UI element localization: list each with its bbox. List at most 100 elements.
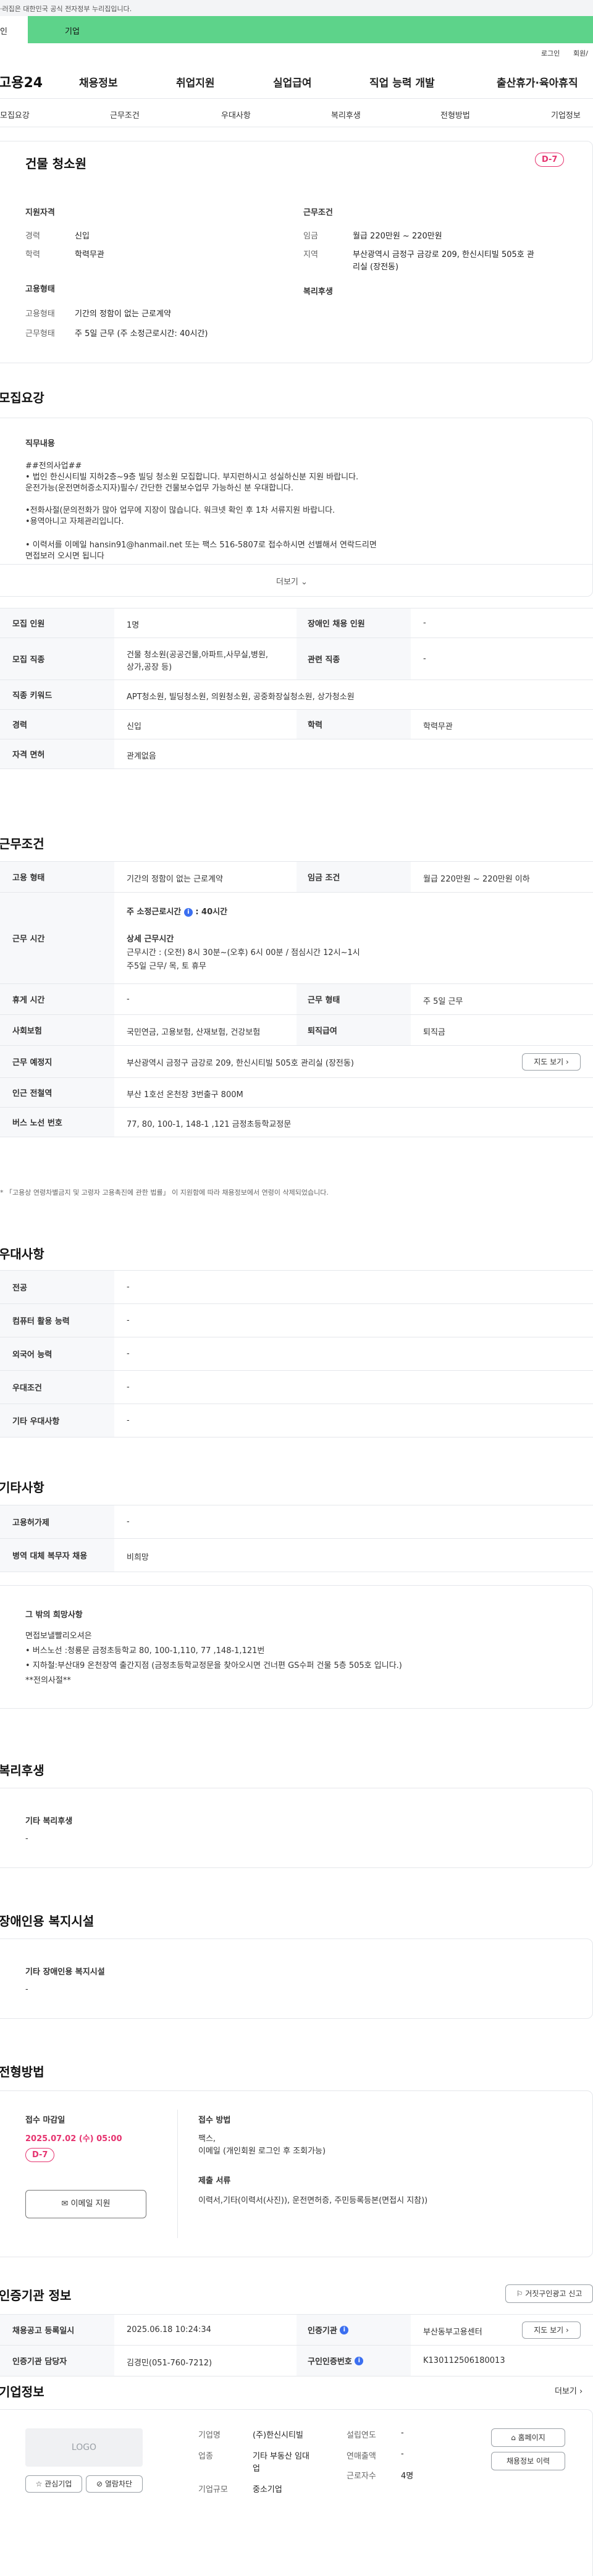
deadline-value: 2025.07.02 (수) 05:00 [25,2134,122,2144]
table-row: 전공 - [0,1271,593,1304]
etc-value: - [127,1517,130,1526]
hours-main: 주 소정근로시간 i : 40시간 [127,905,227,917]
wage-value: 월급 220만원 ~ 220만원 [353,232,442,241]
gnb-item-unemployment[interactable]: 실업급여 [273,74,312,90]
tab-preference[interactable]: 우대사항 [221,109,251,120]
report-button[interactable]: ⚐ 거짓구인광고 신고 [505,2284,593,2303]
block-company-button[interactable]: ⊘ 열람차단 [86,2475,143,2493]
industry-value-2: 업 [253,2464,260,2473]
table-row: 우대조건 - [0,1371,593,1404]
emp-type-value: 기간의 정함이 없는 근로계약 [75,309,171,319]
subway-value: 부산 1호선 온천장 3번출구 800M [127,1090,243,1100]
map-button[interactable]: 지도 보기 › [522,1053,581,1071]
block-label: 열람차단 [104,2480,133,2488]
global-nav: 고용24 채용정보 취업지원 실업급여 직업 능력 개발 출산휴가·육아휴직 [0,61,593,99]
gnb-item-training[interactable]: 직업 능력 개발 [369,74,435,90]
welfare-heading: 복리후생 [0,1763,44,1778]
wage-value: 월급 220만원 ~ 220만원 이하 [423,875,530,884]
edu-label: 학력 [296,710,411,739]
company-card: LOGO ☆ 관심기업 ⊘ 열람차단 기업명 (주)한신시티빌 업종 기타 부동… [0,2409,593,2576]
license-label: 자격 면허 [0,739,114,768]
cert-table: 채용공고 등록일시 2025.06.18 10:24:34 인증기관 i 부산동… [0,2314,593,2376]
email-apply-button[interactable]: ✉ 이메일 지원 [25,2190,146,2218]
job-desc-line: ##전의사업## [25,461,82,471]
company-more-label: 더보기 [555,2387,577,2396]
hours-main-label: 주 소정근로시간 [127,907,182,917]
hours-main-value: : 40시간 [195,907,228,917]
divider [0,564,592,565]
gnb-item-jobs[interactable]: 채용정보 [79,74,118,90]
pref-label: 기타 우대사항 [0,1404,114,1437]
count-value: 1명 [127,621,140,630]
tab-company[interactable]: 기업정보 [551,109,581,120]
envelope-icon: ✉ [61,2199,69,2208]
etc-label: 고용허가제 [0,1505,114,1538]
dday-badge: D-7 [25,2148,55,2162]
table-row: 휴게 시간 - 근무 형태 주 5일 근무 [0,984,593,1015]
login-link[interactable]: 로그인 [541,48,560,58]
tab-corporate[interactable]: 기업 [28,16,593,43]
hours-detail-1: 근무시간 : (오전) 8시 30분~(오후) 6시 00분 / 점심시간 12… [127,948,360,958]
info-icon[interactable]: i [183,907,193,917]
chevron-right-icon: › [566,1058,569,1066]
cert-heading: 인증기관 정보 [0,2288,72,2303]
company-name-label: 기업명 [198,2431,221,2440]
divider [177,2110,178,2238]
etc-value: 비희망 [127,1553,149,1562]
job-history-button[interactable]: 채용정보 이력 [491,2452,565,2470]
signup-link[interactable]: 회원/ [573,48,588,58]
emp-heading: 고용형태 [25,285,55,294]
gov-notice-text: ·러집은 대한민국 공식 전자정부 누리집입니다. [0,5,132,13]
summary-card: 건물 청소원 D-7 지원자격 경력 신입 학력 학력무관 근무조건 임금 월급… [0,141,593,363]
tab-personal[interactable]: 인 [0,16,28,43]
company-name-value: (주)한신시티빌 [253,2431,303,2440]
break-value: - [127,995,130,1004]
site-logo[interactable]: 고용24 [0,72,43,91]
company-more-link[interactable]: 더보기 › [555,2384,582,2396]
interest-company-button[interactable]: ☆ 관심기업 [25,2475,82,2493]
info-icon[interactable]: i [355,2356,364,2365]
agency-label: 인증기관 [308,2326,337,2336]
work-heading: 근무조건 [0,836,44,851]
table-row: 외국어 능력 - [0,1337,593,1371]
section-anchor-tabs: 모집요강 근무조건 우대사항 복리후생 전형방법 기업정보 [0,99,593,127]
place-value: 부산광역시 금정구 금강로 209, 한신시티빌 505호 관리실 (장전동) [127,1059,354,1068]
license-value: 관계없음 [127,752,156,761]
table-row: 컴퓨터 활용 능력 - [0,1304,593,1337]
table-row: 사회보험 국민연금, 고용보험, 산재보험, 건강보험 퇴직급여 퇴직금 [0,1015,593,1046]
job-label: 모집 직종 [0,638,114,680]
jobno-label: 구인인증번호 [308,2357,352,2367]
tab-work[interactable]: 근무조건 [110,109,140,120]
disability-heading: 장애인용 복지시설 [0,1914,95,1929]
job-desc-heading: 직무내용 [25,439,55,448]
recruit-table: 모집 인원 1명 장애인 채용 인원 - 모집 직종 건물 청소원(공공건물,아… [0,608,593,769]
count-label: 모집 인원 [0,608,114,638]
severance-value: 퇴직금 [423,1028,445,1037]
edu-value: 학력무관 [423,722,453,731]
jobno-label-cell: 구인인증번호 i [296,2346,411,2376]
emp-label: 고용 형태 [0,862,114,892]
severance-label: 퇴직급여 [296,1015,411,1045]
gnb-item-parental-leave[interactable]: 출산휴가·육아휴직 [497,74,578,90]
info-icon[interactable]: i [340,2325,349,2334]
utility-menu: 로그인 회원/ [0,43,593,61]
more-button[interactable]: 더보기 ⌄ [276,575,308,587]
work-type-label: 근무형태 [25,329,55,339]
revenue-value: - [401,2449,404,2459]
tab-welfare[interactable]: 복리후생 [331,109,361,120]
agency-map-button[interactable]: 지도 보기 › [522,2321,581,2339]
tab-process[interactable]: 전형방법 [440,109,470,120]
tab-recruit[interactable]: 모집요강 [0,109,30,120]
table-row: 직종 키워드 APT청소원, 빌딩청소원, 의원청소원, 공중화장실청소원, 상… [0,680,593,710]
other-wishes-line: 면접보낼빨리오셔은 [25,1631,92,1641]
table-row: 인증기관 담당자 김경민(051-760-7212) 구인인증번호 i K130… [0,2346,593,2376]
gnb-item-employment-support[interactable]: 취업지원 [176,74,215,90]
homepage-button[interactable]: ⌂ 홈페이지 [491,2428,565,2447]
home-icon: ⌂ [511,2433,516,2442]
job-desc-line: •전화사절(문의전화가 많아 업무에 지장이 많습니다. 워크넷 확인 후 1차… [25,506,335,515]
welfare-summary-heading: 복리후생 [303,287,333,297]
megaphone-icon: ⚐ [516,2289,523,2298]
map-button-label: 지도 보기 [534,1058,564,1066]
employees-label: 근로자수 [347,2472,376,2481]
job-desc-line: •용역아니고 자체관리입니다. [25,517,124,526]
